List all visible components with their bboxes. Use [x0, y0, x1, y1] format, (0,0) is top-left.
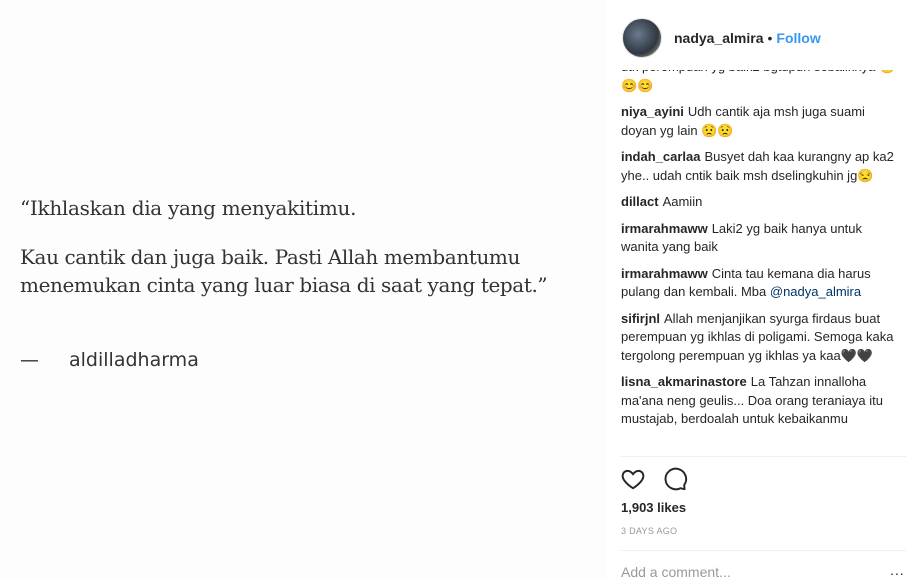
quote-dash: — [20, 349, 39, 371]
comment-username[interactable]: dillact [621, 194, 659, 209]
comments-list[interactable]: utk perempuan yg baik2 bgtupun sebalikny… [621, 70, 899, 456]
heart-icon[interactable] [620, 466, 646, 492]
comment-item: irmarahmaww Cinta tau kemana dia harus pu… [621, 265, 899, 302]
comment-username[interactable]: irmarahmaww [621, 221, 708, 236]
comment-username[interactable]: indah_carlaa [621, 149, 701, 164]
quote-body: Kau cantik dan juga baik. Pasti Allah me… [20, 245, 548, 297]
comment-item: dillact Aamiin [621, 193, 899, 212]
comment-item: irmarahmaww Laki2 yg baik hanya untuk wan… [621, 220, 899, 257]
divider [621, 456, 906, 457]
comment-username[interactable]: niya_ayini [621, 104, 684, 119]
divider [621, 550, 906, 551]
comment-text: utk perempuan yg baik2 bgtupun sebalikny… [621, 70, 895, 93]
username-link[interactable]: nadya_almira [674, 30, 764, 46]
comment-username[interactable]: irmarahmaww [621, 266, 708, 281]
quote-title: “Ikhlaskan dia yang menyakitimu. [20, 196, 357, 220]
separator-dot: • [767, 30, 773, 46]
follow-button[interactable]: Follow [776, 30, 820, 46]
likes-count[interactable]: 1,903 likes [621, 500, 686, 515]
add-comment-input[interactable] [621, 562, 881, 579]
comment-item: utk perempuan yg baik2 bgtupun sebalikny… [621, 70, 899, 95]
post-sidebar: nadya_almira • Follow utk perempuan yg b… [606, 0, 906, 579]
comments-container: utk perempuan yg baik2 bgtupun sebalikny… [621, 70, 899, 429]
avatar[interactable] [622, 18, 662, 58]
post-image: “Ikhlaskan dia yang menyakitimu. Kau can… [0, 0, 606, 579]
action-bar [620, 466, 688, 492]
comment-mention-link[interactable]: @nadya_almira [770, 284, 861, 299]
comment-item: lisna_akmarinastore La Tahzan innalloha m… [621, 373, 899, 429]
quote-author-name: aldilladharma [69, 349, 199, 371]
comment-text: Aamiin [662, 194, 703, 209]
comment-item: niya_ayini Udh cantik aja msh juga suami … [621, 103, 899, 140]
comment-item: indah_carlaa Busyet dah kaa kurangny ap k… [621, 148, 899, 185]
comment-username[interactable]: lisna_akmarinastore [621, 374, 747, 389]
more-options-icon[interactable]: ... [890, 562, 905, 578]
comment-item: sifirjnl Allah menjanjikan syurga firdaus… [621, 310, 899, 366]
quote-author: — aldilladharma [20, 349, 199, 371]
post-header: nadya_almira • Follow [606, 0, 906, 76]
comment-username[interactable]: sifirjnl [621, 311, 660, 326]
comment-text: Allah menjanjikan syurga firdaus buat pe… [621, 310, 894, 363]
comment-bubble-icon[interactable] [662, 466, 688, 492]
post-timestamp[interactable]: 3 DAYS AGO [621, 526, 677, 536]
